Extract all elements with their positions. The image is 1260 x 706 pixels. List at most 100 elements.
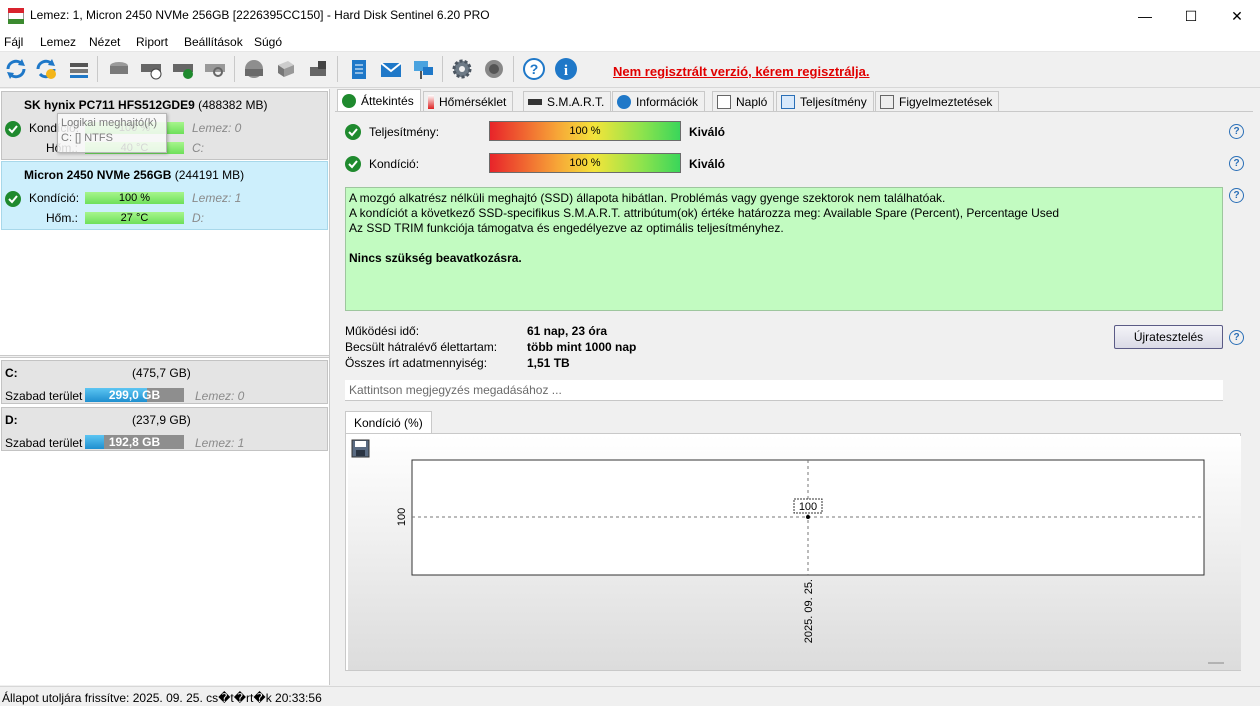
network-icon[interactable] — [410, 56, 436, 82]
tab-information[interactable]: Információk — [612, 91, 706, 112]
help-icon[interactable]: ? — [1229, 188, 1244, 203]
condition-chart: 100 100 2025. 09. 25. — [348, 436, 1241, 670]
tab-overview[interactable]: Áttekintés — [337, 89, 421, 112]
register-link[interactable]: Nem regisztrált verzió, kérem regisztrál… — [613, 64, 870, 79]
menu-file[interactable]: Fájl — [4, 35, 23, 49]
tab-alerts[interactable]: Figyelmeztetések — [875, 91, 1000, 112]
disk-size: (488382 MB) — [198, 98, 268, 112]
help-icon[interactable]: ? — [1229, 124, 1244, 139]
help-icon[interactable]: ? — [521, 56, 547, 82]
volume-size: (237,9 GB) — [132, 413, 191, 427]
panel-splitter[interactable] — [0, 355, 329, 358]
tooltip-volume: C: [] NTFS — [61, 132, 113, 144]
data-point — [806, 515, 810, 519]
drive-letter: C: — [192, 141, 204, 155]
gear-icon[interactable] — [449, 56, 475, 82]
info-line: A kondíciót a következő SSD-specifikus S… — [349, 206, 1060, 220]
menu-report[interactable]: Riport — [136, 35, 168, 49]
tab-performance[interactable]: Teljesítmény — [776, 91, 874, 112]
status-ok-icon — [5, 121, 21, 137]
y-tick-label: 100 — [396, 508, 408, 526]
drive-letter: D: — [192, 211, 204, 225]
volume-card-d[interactable]: D: (237,9 GB) Szabad terület 192,8 GB Le… — [1, 407, 328, 451]
status-ok-icon — [5, 191, 21, 207]
temperature-label: Hőm.: — [46, 211, 79, 225]
help-icon[interactable]: ? — [1229, 156, 1244, 171]
performance-gauge: 100 % — [489, 121, 681, 141]
disk-title: Micron 2450 NVMe 256GB (244191 MB) — [24, 168, 244, 182]
point-label: 100 — [799, 501, 817, 513]
svg-text:?: ? — [530, 61, 539, 77]
menu-help[interactable]: Súgó — [254, 35, 282, 49]
disk-panel: SK hynix PC711 HFS512GDE9 (488382 MB) Ko… — [0, 89, 330, 685]
tab-smart[interactable]: S.M.A.R.T. — [523, 91, 612, 112]
disk-schedule-icon[interactable] — [138, 56, 164, 82]
disk-card-selected[interactable]: Micron 2450 NVMe 256GB (244191 MB) Kondí… — [1, 161, 328, 230]
report-icon[interactable] — [346, 56, 372, 82]
status-bar: Állapot utoljára frissítve: 2025. 09. 25… — [0, 686, 1260, 706]
minimize-button[interactable]: — — [1122, 0, 1168, 32]
toolbar: ? i Nem regisztrált verzió, kérem regisz… — [0, 52, 1260, 88]
disk-test-icon[interactable] — [106, 56, 132, 82]
written-label: Összes írt adatmennyiség: — [345, 356, 488, 370]
performance-label: Teljesítmény: — [369, 125, 440, 139]
note-input[interactable] — [345, 380, 1223, 401]
check-icon — [342, 94, 356, 108]
tab-strip: Áttekintés Hőmérséklet S.M.A.R.T. Inform… — [335, 89, 1260, 112]
logical-drives-tooltip: Logikai meghajtó(k) C: [] NTFS — [57, 113, 167, 153]
thermometer-icon — [428, 95, 434, 109]
chart-icon — [781, 95, 795, 109]
disk-title: SK hynix PC711 HFS512GDE9 (488382 MB) — [24, 98, 267, 112]
refresh-all-icon[interactable] — [33, 56, 59, 82]
performance-ok-icon — [345, 124, 361, 140]
x-tick-label: 2025. 09. 25. — [803, 579, 815, 643]
uptime-value: 61 nap, 23 óra — [527, 324, 608, 338]
menu-settings[interactable]: Beállítások — [184, 35, 243, 49]
disk-name: Micron 2450 NVMe 256GB — [24, 168, 172, 182]
disk-size: (244191 MB) — [174, 168, 245, 182]
free-space-label: Szabad terület — [5, 436, 83, 450]
volume-disk: Lemez: 1 — [195, 436, 245, 450]
tab-log[interactable]: Napló — [712, 91, 775, 112]
free-space-bar: 299,0 GB — [85, 388, 184, 402]
menu-disk[interactable]: Lemez — [40, 35, 76, 49]
info-icon — [617, 95, 631, 109]
performance-rating: Kiváló — [689, 125, 726, 139]
refresh-icon[interactable] — [3, 56, 29, 82]
free-space-label: Szabad terület — [5, 389, 83, 403]
disk-index: Lemez: 0 — [192, 121, 242, 135]
condition-label: Kondíció: — [369, 157, 420, 171]
volume-letter: C: — [5, 366, 18, 380]
status-text: Állapot utoljára frissítve: 2025. 09. 25… — [2, 691, 322, 705]
chart-tab-condition[interactable]: Kondíció (%) — [345, 411, 432, 434]
title-bar: Lemez: 1, Micron 2450 NVMe 256GB [222639… — [0, 0, 1260, 32]
free-space-bar: 192,8 GB — [85, 435, 184, 449]
info-icon[interactable]: i — [553, 56, 579, 82]
uptime-label: Működési idő: — [345, 324, 420, 338]
cube-icon[interactable] — [273, 56, 299, 82]
drive-alert-icon[interactable] — [305, 56, 331, 82]
disk-list-icon[interactable] — [66, 56, 92, 82]
condition-bar: 100 % — [85, 192, 184, 204]
surface-test-icon[interactable] — [241, 56, 267, 82]
close-button[interactable]: ✕ — [1214, 0, 1260, 32]
disk-search-icon[interactable] — [202, 56, 228, 82]
written-value: 1,51 TB — [527, 356, 570, 370]
sound-icon[interactable] — [481, 56, 507, 82]
maximize-button[interactable]: ☐ — [1168, 0, 1214, 32]
menu-view[interactable]: Nézet — [89, 35, 120, 49]
disk-ok-icon[interactable] — [170, 56, 196, 82]
disk-name: SK hynix PC711 HFS512GDE9 — [24, 98, 195, 112]
lifetime-value: több mint 1000 nap — [527, 340, 637, 354]
volume-card-c[interactable]: C: (475,7 GB) Szabad terület 299,0 GB Le… — [1, 360, 328, 404]
drive-icon — [528, 99, 542, 105]
disk-card[interactable]: SK hynix PC711 HFS512GDE9 (488382 MB) Ko… — [1, 91, 328, 160]
save-icon[interactable] — [351, 439, 370, 458]
temperature-bar: 27 °C — [85, 212, 184, 224]
condition-rating: Kiváló — [689, 157, 726, 171]
tab-temperature[interactable]: Hőmérséklet — [423, 91, 514, 112]
retest-button[interactable]: Újratesztelés — [1114, 325, 1223, 349]
condition-ok-icon — [345, 156, 361, 172]
help-icon[interactable]: ? — [1229, 330, 1244, 345]
email-icon[interactable] — [378, 56, 404, 82]
